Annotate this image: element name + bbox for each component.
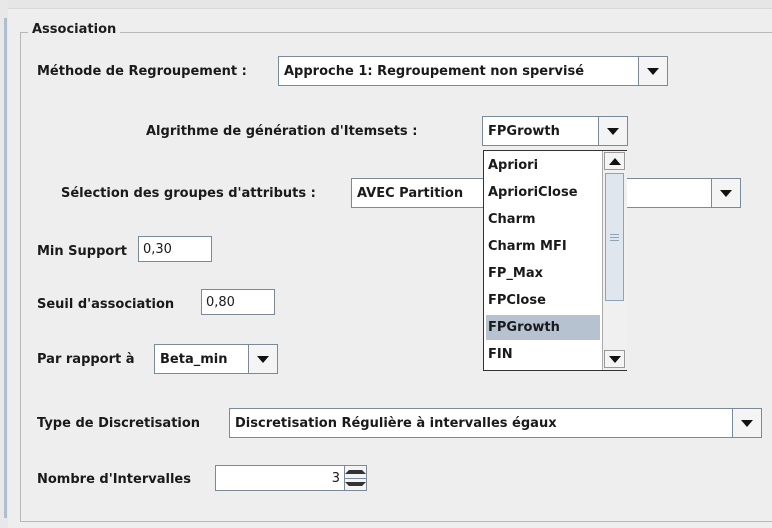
parrapport-combo[interactable]: Beta_min — [154, 344, 278, 374]
methode-label: Méthode de Regroupement : — [37, 64, 247, 79]
chevron-down-icon[interactable] — [711, 179, 740, 207]
chevron-down-icon[interactable] — [248, 345, 277, 373]
dropdown-option[interactable]: FP_Max — [486, 261, 600, 286]
dropdown-option-selected[interactable]: FPGrowth — [486, 315, 600, 340]
scrollbar-thumb[interactable] — [605, 173, 624, 301]
window-top-edge — [0, 0, 772, 9]
intervalles-value[interactable]: 3 — [216, 466, 344, 490]
scroll-up-button[interactable] — [604, 152, 625, 170]
scroll-down-button[interactable] — [604, 350, 625, 368]
discretisation-combo[interactable]: Discretisation Régulière à intervalles é… — [229, 408, 762, 438]
dropdown-option[interactable]: Charm MFI — [486, 234, 600, 259]
methode-combo[interactable]: Approche 1: Regroupement non spervisé — [278, 56, 668, 86]
seuil-label: Seuil d'association — [37, 297, 175, 312]
dropdown-scrollbar[interactable] — [602, 151, 627, 370]
spinner-up-button[interactable] — [345, 466, 366, 478]
dropdown-option[interactable]: AprioriClose — [486, 180, 600, 205]
parrapport-label: Par rapport à — [37, 352, 135, 367]
dropdown-option[interactable]: FPClose — [486, 288, 600, 313]
chevron-down-icon[interactable] — [638, 57, 667, 85]
algo-dropdown-list[interactable]: Apriori AprioriClose Charm Charm MFI FP_… — [483, 150, 627, 371]
left-edge-strip — [0, 0, 8, 528]
panel-title: Association — [28, 22, 121, 37]
minsupport-label: Min Support — [37, 244, 127, 259]
algo-combo[interactable]: FPGrowth — [482, 116, 628, 146]
dropdown-option[interactable]: FIN — [486, 342, 600, 367]
minsupport-field[interactable]: 0,30 — [138, 236, 212, 262]
seuil-field[interactable]: 0,80 — [201, 289, 275, 315]
discretisation-label: Type de Discretisation — [37, 416, 201, 431]
algo-value: FPGrowth — [488, 123, 560, 139]
algo-label: Algrithme de génération d'Itemsets : — [146, 124, 418, 139]
discretisation-value: Discretisation Régulière à intervalles é… — [235, 415, 557, 431]
dropdown-option[interactable]: Charm — [486, 207, 600, 232]
intervalles-spinner[interactable]: 3 — [215, 465, 367, 491]
methode-value: Approche 1: Regroupement non spervisé — [284, 63, 585, 79]
chevron-down-icon[interactable] — [598, 117, 627, 145]
parrapport-value: Beta_min — [160, 351, 228, 367]
dropdown-option[interactable]: Apriori — [486, 153, 600, 178]
selection-label: Sélection des groupes d'attributs : — [61, 186, 316, 201]
association-panel — [20, 32, 772, 522]
chevron-down-icon[interactable] — [732, 409, 761, 437]
spinner-down-button[interactable] — [345, 477, 366, 490]
intervalles-label: Nombre d'Intervalles — [37, 472, 191, 487]
